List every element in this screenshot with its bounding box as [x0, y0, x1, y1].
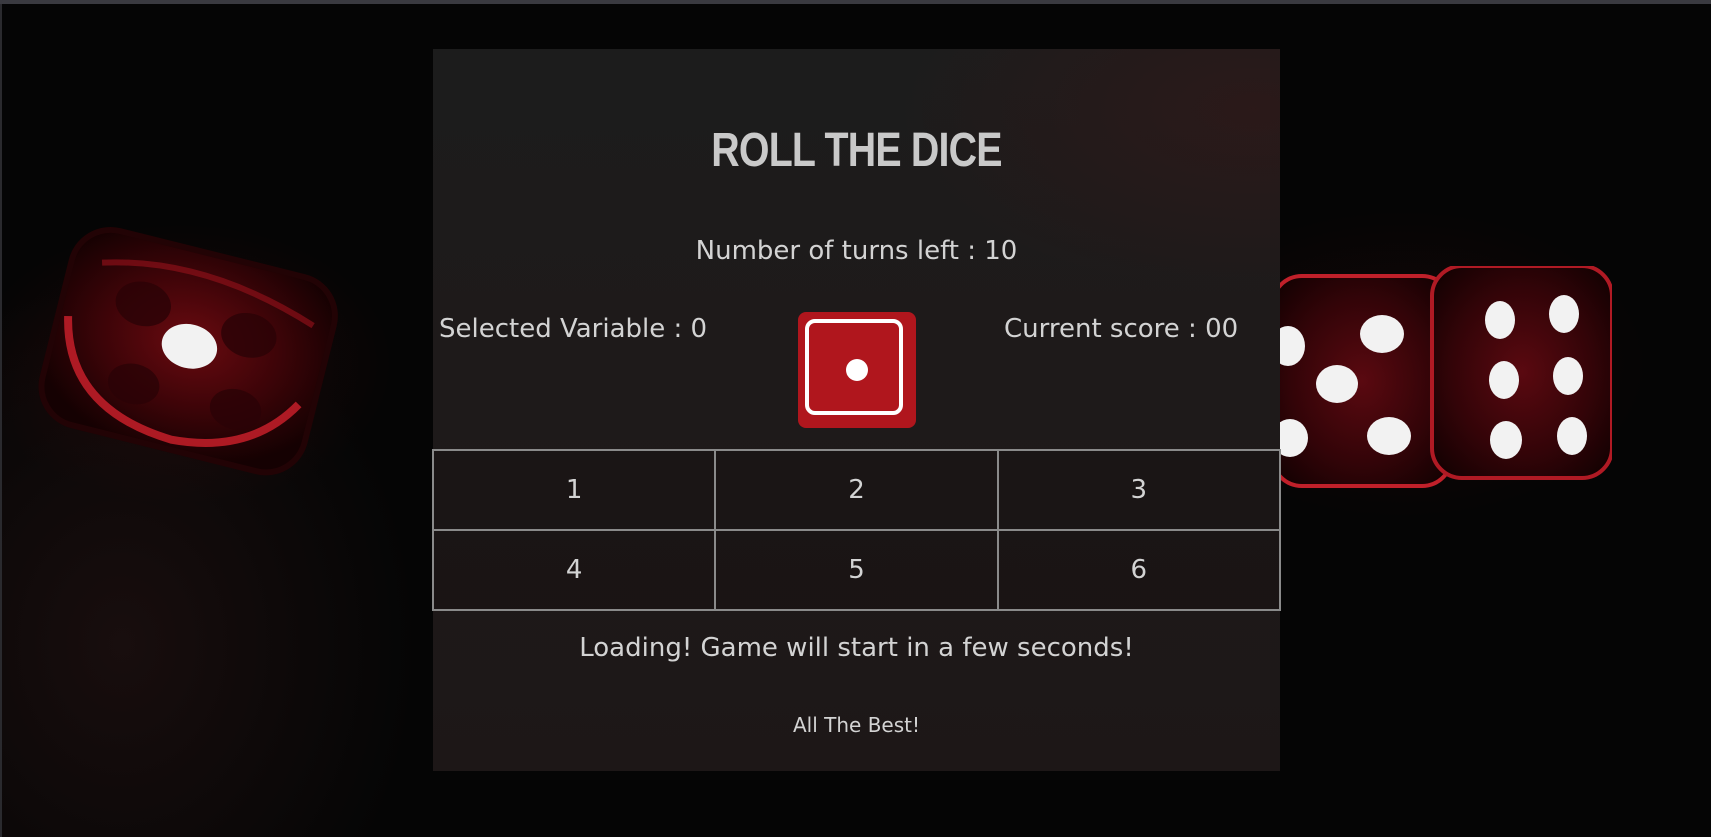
- game-title: ROLL THE DICE: [711, 124, 1002, 177]
- number-button-3[interactable]: 3: [996, 449, 1281, 531]
- number-grid: 1 2 3 4 5 6: [432, 449, 1281, 611]
- number-button-6[interactable]: 6: [996, 529, 1281, 611]
- background-dice-right-icon: [1272, 266, 1612, 488]
- number-button-5[interactable]: 5: [714, 529, 999, 611]
- status-message: Loading! Game will start in a few second…: [579, 633, 1134, 663]
- number-button-2[interactable]: 2: [714, 449, 999, 531]
- game-panel: ROLL THE DICE Number of turns left : 10 …: [432, 49, 1281, 771]
- selected-variable-label: Selected Variable : 0: [439, 314, 708, 344]
- dice-one-icon: [805, 319, 903, 415]
- number-button-4[interactable]: 4: [432, 529, 717, 611]
- turns-left-label: Number of turns left : 10: [695, 236, 1018, 266]
- roll-dice-button[interactable]: [798, 312, 916, 428]
- current-score-label: Current score : 00: [1004, 314, 1239, 344]
- background-die-left-icon: [38, 226, 338, 476]
- footer-message: All The Best!: [792, 713, 920, 737]
- dice-pip: [846, 359, 868, 381]
- number-button-1[interactable]: 1: [432, 449, 717, 531]
